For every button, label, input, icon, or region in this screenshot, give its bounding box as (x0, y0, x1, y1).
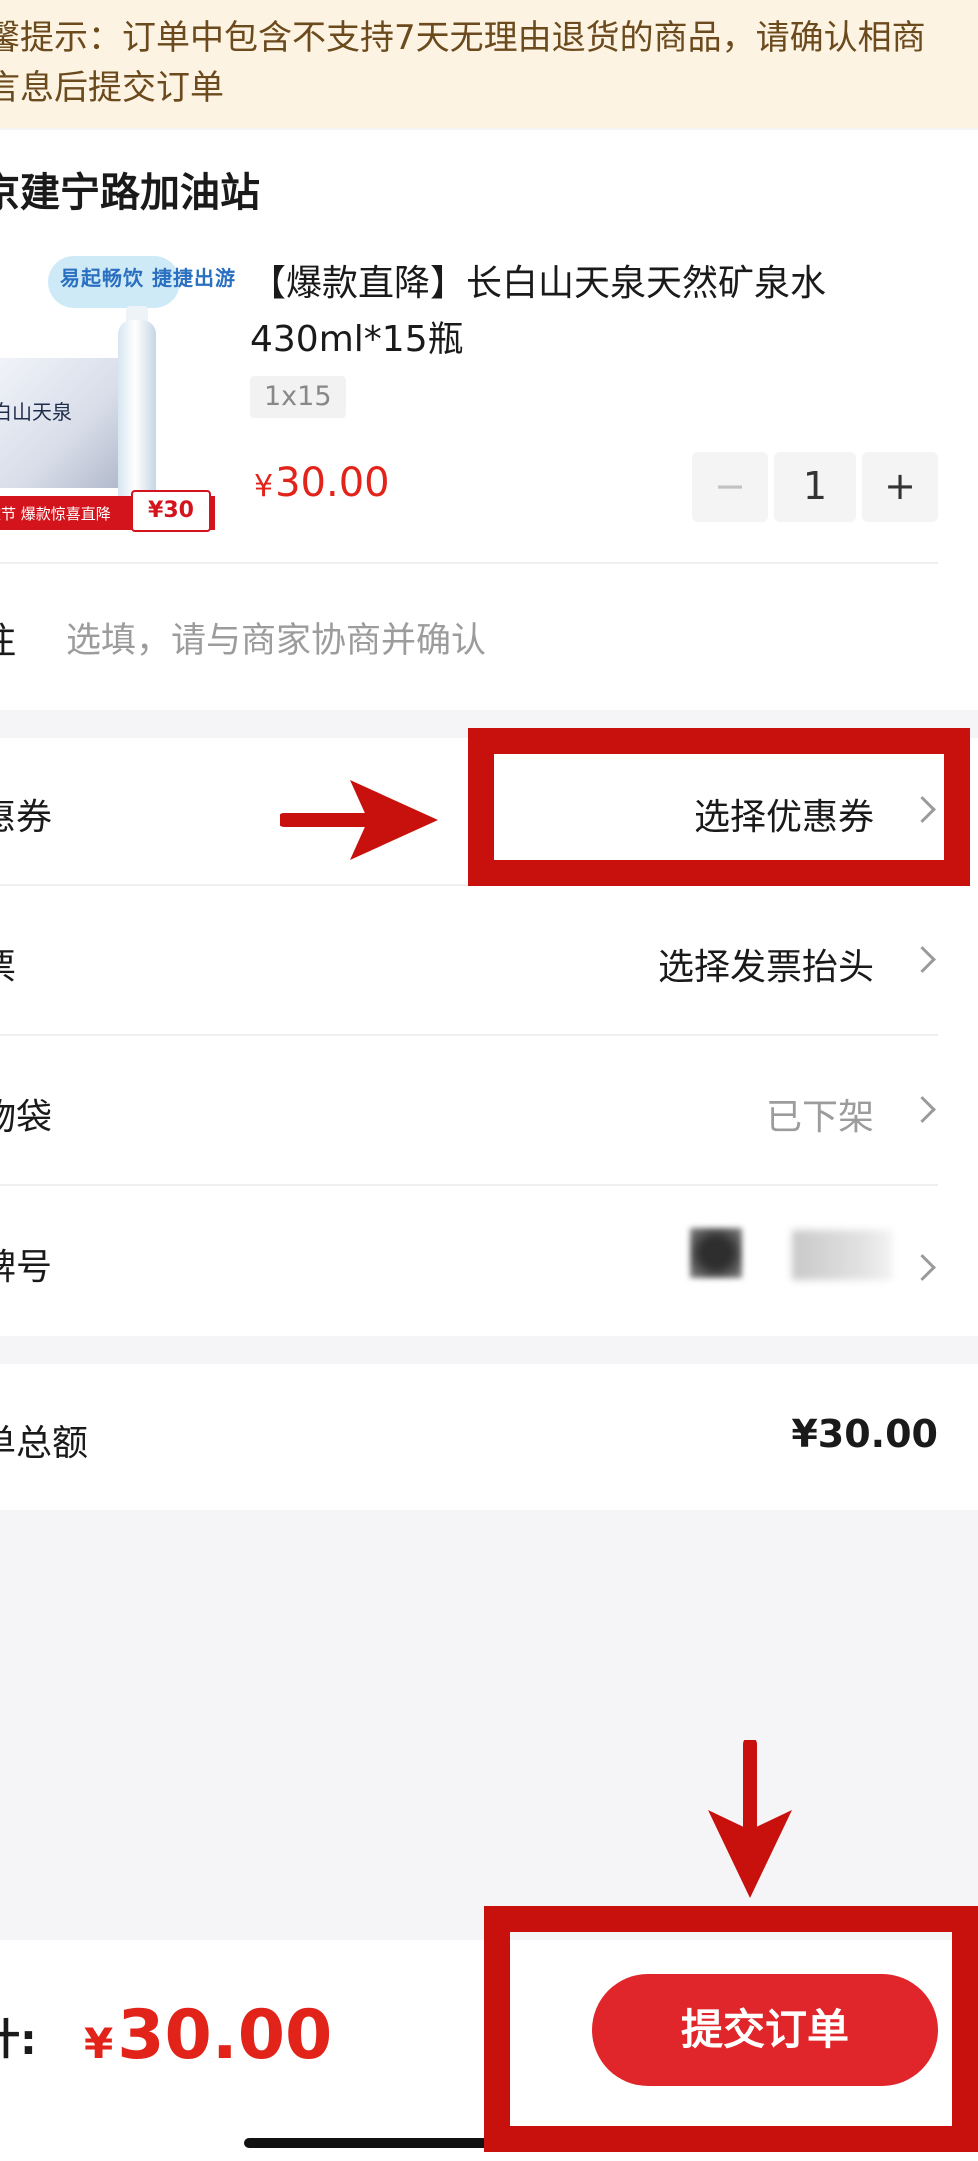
shopping-bag-row[interactable]: 物袋 已下架 (0, 1038, 978, 1186)
promo-strip-text: 款节 爆款惊喜直降 (0, 505, 111, 523)
chevron-right-icon (909, 946, 936, 973)
store-order-card: 京建宁路加油站 易起畅饮 捷捷出游 白山天泉 款节 爆款惊喜直降 ¥30 【爆款… (0, 130, 978, 710)
sum-currency: ¥ (84, 2019, 114, 2068)
arrow-down-icon (708, 1740, 792, 1898)
sum-label: 计: (0, 2015, 37, 2064)
product-image[interactable]: 易起畅饮 捷捷出游 白山天泉 款节 爆款惊喜直降 ¥30 (0, 248, 235, 533)
order-total-card: 单总额 ¥30.00 (0, 1364, 978, 1510)
store-name[interactable]: 京建宁路加油站 (0, 160, 260, 218)
quantity-value[interactable]: 1 (774, 452, 856, 522)
remark-label: 注 (0, 612, 16, 664)
decrease-quantity-button[interactable]: − (692, 452, 768, 522)
bottle-graphic (118, 320, 156, 510)
chevron-right-icon (909, 1254, 936, 1281)
invoice-label: 票 (0, 938, 16, 990)
order-total-label: 单总额 (0, 1423, 89, 1464)
plate-number-redacted-part1 (690, 1228, 742, 1278)
product-box-text: 白山天泉 (0, 400, 72, 424)
sum-amount-value: 30.00 (117, 1996, 333, 2075)
arrow-right-icon (280, 780, 438, 860)
coupon-label: 惠券 (0, 797, 53, 838)
divider (0, 562, 938, 564)
product-title[interactable]: 【爆款直降】长白山天泉天然矿泉水430ml*15瓶 (250, 256, 930, 368)
plate-number-row[interactable]: 牌号 (0, 1188, 978, 1336)
sum-amount: ¥30.00 (84, 1996, 332, 2075)
chevron-right-icon (909, 1096, 936, 1123)
invoice-row[interactable]: 票 选择发票抬头 (0, 888, 978, 1036)
product-logo-text: 易起畅饮 捷捷出游 (60, 266, 236, 290)
return-policy-notice: 馨提示：订单中包含不支持7天无理由退货的商品，请确认相商 言息后提交订单 (0, 0, 978, 128)
plate-number-redacted-part2 (792, 1230, 892, 1280)
quantity-stepper: − 1 + (692, 452, 938, 522)
product-promo-strip: 款节 爆款惊喜直降 ¥30 (0, 490, 215, 532)
notice-text-line2: 言息后提交订单 (0, 68, 224, 108)
invoice-select-value[interactable]: 选择发票抬头 (658, 938, 874, 990)
product-price-amount: 30.00 (275, 460, 390, 506)
increase-quantity-button[interactable]: + (862, 452, 938, 522)
shopping-bag-status: 已下架 (765, 1097, 874, 1138)
plate-number-label: 牌号 (0, 1247, 53, 1288)
coupon-highlight-box (468, 728, 970, 886)
order-confirm-page: 馨提示：订单中包含不支持7天无理由退货的商品，请确认相商 言息后提交订单 京建宁… (0, 0, 978, 2161)
submit-highlight-box (484, 1906, 978, 2152)
notice-text-line1: 馨提示：订单中包含不支持7天无理由退货的商品，请确认相商 (0, 18, 926, 58)
shopping-bag-label: 物袋 (0, 1097, 53, 1138)
product-spec-badge: 1x15 (250, 376, 346, 418)
product-price-currency: ¥ (254, 469, 274, 504)
divider (0, 1034, 938, 1036)
divider (0, 1184, 938, 1186)
remark-input[interactable]: 选填，请与商家协商并确认 (66, 612, 486, 663)
product-price: ¥30.00 (254, 460, 390, 506)
order-total-value: ¥30.00 (791, 1412, 938, 1456)
promo-strip-price: ¥30 (131, 490, 211, 532)
